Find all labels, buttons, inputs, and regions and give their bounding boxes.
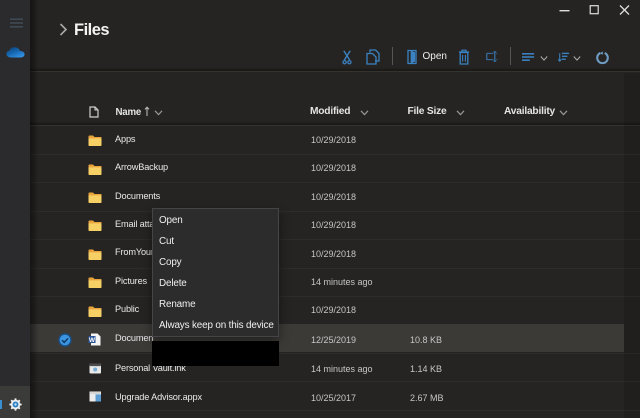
svg-text:W: W <box>89 336 96 343</box>
